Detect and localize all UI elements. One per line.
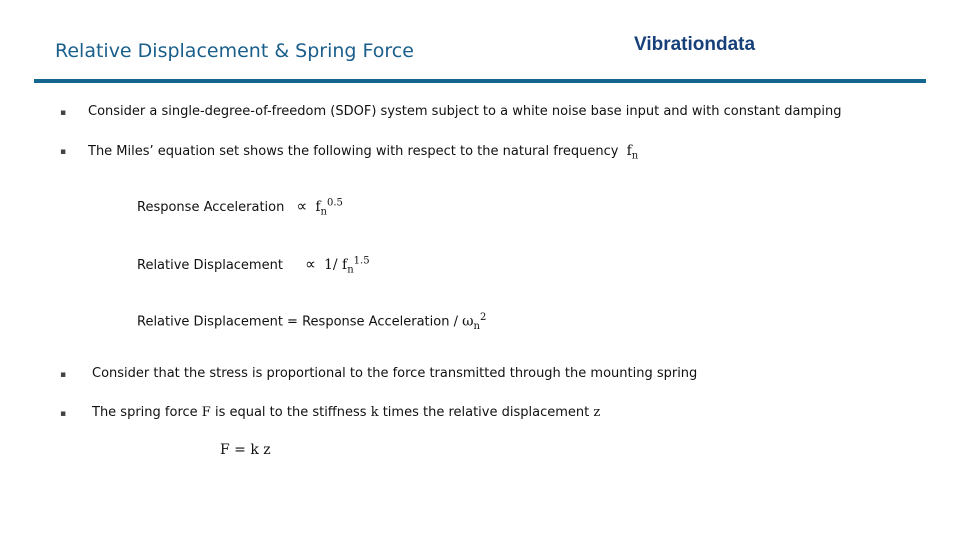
bullet-marker: ▪ xyxy=(60,108,67,118)
displacement-symbol: z xyxy=(593,405,601,420)
text: is equal to the stiffness xyxy=(210,405,371,420)
header-divider xyxy=(34,79,926,83)
text: The spring force xyxy=(92,405,202,420)
bullet-spring-force: The spring force F is equal to the stiff… xyxy=(92,405,600,420)
superscript: 1.5 xyxy=(353,255,370,267)
proportional-symbol: ∝ xyxy=(296,197,308,215)
bullet-marker: ▪ xyxy=(60,147,67,157)
equation-response-acceleration: Response Acceleration ∝ fn0.5 xyxy=(137,197,343,218)
bullet-marker: ▪ xyxy=(60,370,67,380)
bullet-marker: ▪ xyxy=(60,409,67,419)
force-symbol: F xyxy=(201,405,211,420)
equation-relative-displacement: Relative Displacement ∝ 1/ fn1.5 xyxy=(137,255,370,276)
bullet-miles-text: The Miles’ equation set shows the follow… xyxy=(88,144,619,159)
subscript: n xyxy=(631,150,639,162)
eq-rhs: Response Acceleration / xyxy=(302,314,458,330)
spring-force-formula: F = k z xyxy=(220,442,271,458)
bullet-stress: Consider that the stress is proportional… xyxy=(92,366,698,381)
bullet-miles: The Miles’ equation set shows the follow… xyxy=(88,143,638,162)
superscript: 0.5 xyxy=(327,197,343,209)
brand-logo-text: Vibrationdata xyxy=(634,34,756,55)
proportional-symbol: ∝ xyxy=(305,255,316,273)
eq-lhs: Relative Displacement = xyxy=(137,314,298,330)
superscript: 2 xyxy=(479,312,487,323)
text: times the relative displacement xyxy=(378,405,594,420)
equation-relation: Relative Displacement = Response Acceler… xyxy=(137,312,486,332)
omega-symbol: ω xyxy=(462,313,474,330)
eq-label: Relative Displacement xyxy=(137,258,283,273)
eq-label: Response Acceleration xyxy=(137,200,285,215)
eq-base: 1/ f xyxy=(323,257,348,273)
slide-title: Relative Displacement & Spring Force xyxy=(55,40,414,62)
stiffness-symbol: k xyxy=(370,405,379,420)
bullet-sdof: Consider a single-degree-of-freedom (SDO… xyxy=(88,104,842,119)
